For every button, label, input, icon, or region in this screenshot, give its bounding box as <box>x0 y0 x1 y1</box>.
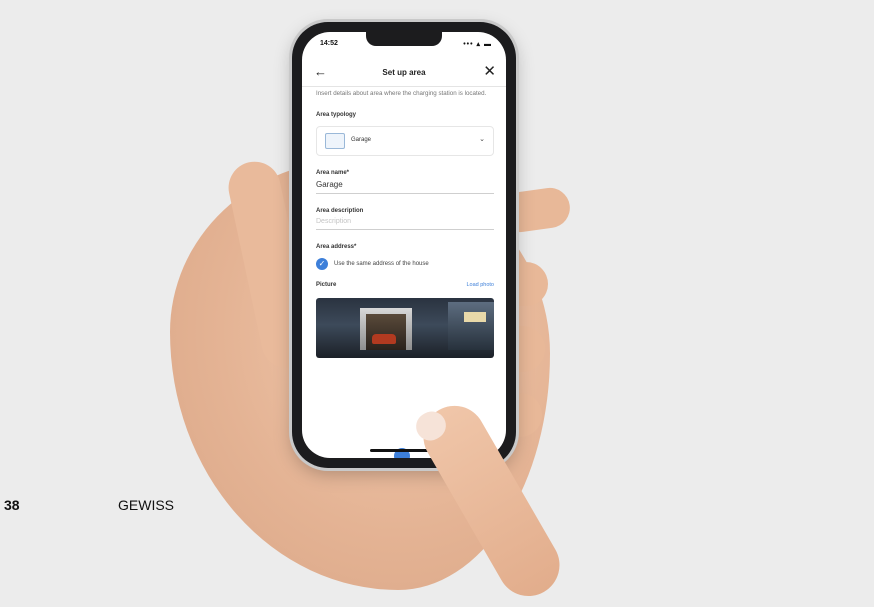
picture-label: Picture <box>316 282 336 288</box>
chevron-down-icon: ⌄ <box>479 135 485 143</box>
picture-header: Picture Load photo <box>316 282 494 292</box>
garage-interior-shape <box>366 314 406 350</box>
area-description-label: Area description <box>316 208 494 214</box>
same-address-label: Use the same address of the house <box>334 261 429 267</box>
area-name-label: Area name* <box>316 170 494 176</box>
page-title: Set up area <box>302 68 506 77</box>
window-shape <box>464 312 486 322</box>
area-address-label: Area address* <box>316 244 494 250</box>
phone-screen: 14:52 ••• ▴ ▬ ← Set up area ✕ Insert det… <box>302 32 506 458</box>
area-name-input[interactable]: Garage <box>316 180 494 194</box>
form: Insert details about area where the char… <box>316 90 494 358</box>
status-time: 14:52 <box>320 40 338 47</box>
area-description-input[interactable]: Description <box>316 218 494 230</box>
app-bar: ← Set up area ✕ <box>302 60 506 87</box>
area-typology-select[interactable]: Garage ⌄ <box>316 126 494 156</box>
garage-icon <box>325 133 345 149</box>
area-typology-value: Garage <box>351 137 371 143</box>
same-address-checkbox-row[interactable]: ✓ Use the same address of the house <box>316 258 494 272</box>
area-picture <box>316 298 494 358</box>
load-photo-link[interactable]: Load photo <box>466 282 494 288</box>
car-shape <box>372 334 396 344</box>
checkbox-checked-icon[interactable]: ✓ <box>316 258 328 270</box>
signal-wifi-battery-icon: ••• ▴ ▬ <box>463 40 492 48</box>
close-icon[interactable]: ✕ <box>483 62 496 80</box>
status-bar: 14:52 ••• ▴ ▬ <box>320 40 492 50</box>
intro-text: Insert details about area where the char… <box>316 90 494 98</box>
house-shape <box>448 302 494 350</box>
brand-name: GEWISS <box>118 497 174 513</box>
page-number: 38 <box>4 497 20 513</box>
area-typology-label: Area typology <box>316 112 494 118</box>
